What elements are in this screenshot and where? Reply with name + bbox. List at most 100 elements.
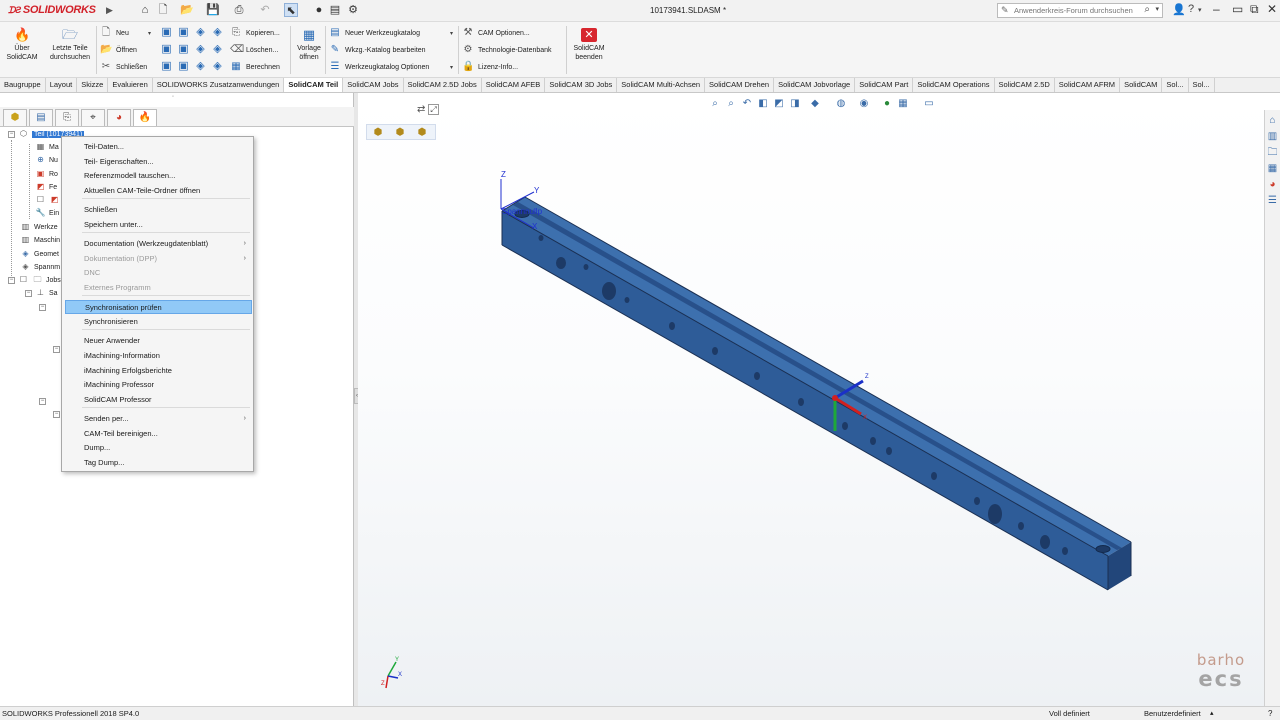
cam-options-button[interactable]: ⚒ CAM Optionen... [462,27,530,41]
cam-grid-icon[interactable]: ◈ [211,60,224,73]
status-units[interactable]: Benutzerdefiniert [1144,707,1201,720]
menu-item[interactable]: iMachining Professor [65,378,252,392]
tab-dimxpert[interactable]: ⌖ [81,109,105,126]
menu-item[interactable]: Speichern unter... [65,218,252,232]
license-info-button[interactable]: 🔒 Lizenz-Info... [462,61,518,75]
filter-body-icon[interactable]: ⬢ [415,126,429,139]
restore-icon[interactable]: ▭ [1232,2,1243,16]
tree-item[interactable]: ⊥ Sa [35,288,58,300]
menu-item[interactable]: Synchronisieren [65,315,252,329]
tab-15[interactable]: SolidCAM 2.5D [995,78,1055,92]
menu-item[interactable]: Teil-Daten... [65,140,252,154]
minimize-icon[interactable]: – [1213,2,1220,16]
collapse-icon[interactable]: − [8,277,15,284]
undo-icon[interactable]: ↶ [258,3,272,17]
tree-item[interactable]: ⊕ Nu [35,155,58,167]
tab-feature-manager[interactable]: ⬢ [3,109,27,126]
solidworks-logo[interactable]: ᗪƧ SOLIDWORKS [8,4,96,16]
collapse-icon[interactable]: − [39,398,46,405]
view-palette-icon[interactable]: ▦ [1266,162,1279,175]
new-document-icon[interactable]: 🗋 [156,3,170,17]
graphics-viewport[interactable]: Spannnullp Z Y X Z X Y Z X ⇄ ⤢ ⬢ ⬢ ⬢ ⌕ ⌕… [358,93,1264,706]
menu-item[interactable]: Neuer Anwender [65,334,252,348]
cam-grid-icon[interactable]: ▣ [177,43,190,56]
filter-part-icon[interactable]: ⬢ [371,126,385,139]
menu-item[interactable]: iMachining-Information [65,349,252,363]
units-dropdown-icon[interactable]: ▴ [1210,707,1214,720]
edit-appearance-icon[interactable]: ◉ [857,97,871,110]
custom-properties-icon[interactable]: ☰ [1266,194,1279,207]
file-properties-icon[interactable]: ▤ [328,3,342,17]
new-dropdown-icon[interactable]: ▾ [148,30,151,37]
tab-7[interactable]: SolidCAM 2.5D Jobs [404,78,482,92]
cam-grid-icon[interactable]: ◈ [194,43,207,56]
home-icon[interactable]: ⌂ [138,3,152,17]
help-status-icon[interactable]: ? [1268,707,1272,720]
tab-13[interactable]: SolidCAM Part [855,78,914,92]
help-icon[interactable]: ? [1188,3,1194,15]
menu-item[interactable]: Synchronisation prüfen [65,300,252,314]
collapse-icon[interactable]: − [53,411,60,418]
search-dropdown-icon[interactable]: ▾ [1155,5,1159,13]
menu-expand-icon[interactable]: ▶ [106,5,113,16]
edit-tool-catalog-button[interactable]: ✎ Wkzg.-Katalog bearbeiten [329,44,426,58]
dynamic-annotation-icon[interactable]: ◩ [772,97,786,110]
technology-database-button[interactable]: ⚙ Technologie-Datenbank [462,44,552,58]
hide-show-icon[interactable]: ◍ [834,97,848,110]
cam-grid-icon[interactable]: ◈ [194,26,207,39]
rebuild-icon[interactable]: ● [312,3,326,17]
panel-grip-icon[interactable]: ◦ [172,94,174,100]
view-settings-icon[interactable]: ▭ [922,97,936,110]
delete-button[interactable]: ⌫ Löschen... [230,44,278,58]
tree-item[interactable]: ◈ Spannm [20,262,60,274]
tree-item[interactable]: ◩ Fe [35,182,57,194]
scene-icon[interactable]: ▦ [896,97,910,110]
search-icon[interactable]: ⌕ [1144,4,1150,15]
menu-item[interactable]: CAM-Teil bereinigen... [65,427,252,441]
tab-0[interactable]: Baugruppe [0,78,46,92]
cam-grid-icon[interactable]: ▣ [177,60,190,73]
tab-configuration-manager[interactable]: ⎘ [55,109,79,126]
collapse-icon[interactable]: − [8,131,15,138]
tree-item[interactable]: ◈ Geomet [20,249,58,261]
catalog-options-dropdown-icon[interactable]: ▾ [450,64,453,71]
help-dropdown-icon[interactable]: ▾ [1198,6,1202,14]
previous-view-icon[interactable]: ↶ [740,97,754,110]
new-tool-catalog-button[interactable]: ▤ Neuer Werkzeugkatalog [329,27,420,41]
appearance-sphere-icon[interactable]: ● [880,97,894,110]
menu-item[interactable]: Dump... [65,441,252,455]
tab-display-manager[interactable]: ◕ [107,109,131,126]
tab-9[interactable]: SolidCAM 3D Jobs [545,78,618,92]
tree-item[interactable]: 🔧 Ein [35,208,60,220]
cam-grid-icon[interactable]: ▣ [160,26,173,39]
tree-item[interactable]: ▦ Ma [35,142,59,154]
options-gear-icon[interactable]: ⚙ [346,3,360,17]
tab-16[interactable]: SolidCAM AFRM [1055,78,1121,92]
tool-catalog-dropdown-icon[interactable]: ▾ [450,30,453,37]
tree-item[interactable]: ☐ ◩ [35,195,63,207]
template-open-button[interactable]: ▦ Vorlage öffnen [293,28,325,62]
solidworks-resources-icon[interactable]: ⌂ [1266,114,1279,127]
cam-grid-icon[interactable]: ◈ [211,43,224,56]
cam-grid-icon[interactable]: ◈ [211,26,224,39]
collapse-icon[interactable]: − [39,304,46,311]
open-button[interactable]: 📂 Öffnen [100,44,137,58]
tab-3[interactable]: Evaluieren [108,78,153,92]
recent-parts-button[interactable]: 🗁 Letzte Teile durchsuchen [46,28,94,62]
tab-19[interactable]: Sol... [1189,78,1215,92]
filter-assembly-icon[interactable]: ⬢ [393,126,407,139]
tree-item[interactable]: ▥ Maschin [20,235,60,247]
menu-item[interactable]: SolidCAM Professor [65,393,252,407]
tab-10[interactable]: SolidCAM Multi-Achsen [617,78,706,92]
new-button[interactable]: 🗋 Neu [100,27,129,41]
menu-item[interactable]: Aktuellen CAM-Teile-Ordner öffnen [65,184,252,198]
menu-item[interactable]: iMachining Erfolgsberichte [65,364,252,378]
user-icon[interactable]: 👤 [1172,3,1186,16]
design-library-icon[interactable]: ▥ [1266,130,1279,143]
menu-item[interactable]: Tag Dump... [65,456,252,470]
tree-item[interactable]: ☐ 🗀 Jobs [18,275,61,287]
zoom-to-fit-icon[interactable]: ⌕ [708,97,722,110]
copy-button[interactable]: ⎘ Kopieren... [230,27,280,41]
tab-6[interactable]: SolidCAM Jobs [343,78,404,92]
tab-17[interactable]: SolidCAM [1120,78,1163,92]
